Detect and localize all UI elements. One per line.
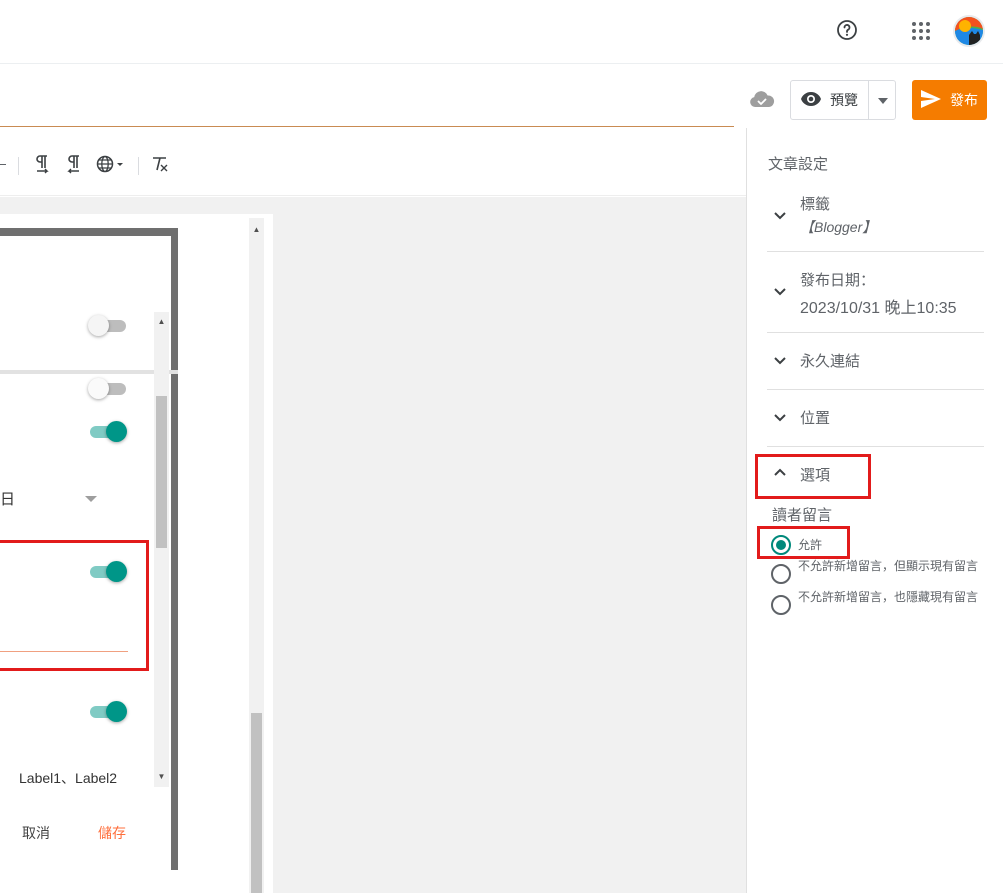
- scroll-up-arrow-icon[interactable]: ▲: [249, 222, 264, 238]
- clear-formatting-icon[interactable]: [152, 154, 172, 176]
- paragraph-ltr-icon[interactable]: [34, 154, 54, 176]
- radio-label[interactable]: 不允許新增留言，但顯示現有留言: [798, 560, 988, 572]
- avatar[interactable]: [953, 15, 985, 47]
- cloud-saved-icon: [748, 88, 776, 112]
- highlight-box: [757, 526, 850, 559]
- help-icon[interactable]: [835, 18, 859, 42]
- dialog-border: [0, 228, 178, 236]
- settings-section-permalink[interactable]: 永久連結: [767, 333, 984, 390]
- scroll-down-arrow-icon[interactable]: ▼: [154, 770, 169, 784]
- preview-button[interactable]: 預覽: [791, 81, 868, 119]
- toolbar-separator: [138, 157, 139, 175]
- dialog-scrollbar-track[interactable]: [154, 312, 169, 787]
- publish-label: 發布: [950, 92, 978, 108]
- chevron-down-icon: [773, 208, 787, 222]
- preview-label: 預覽: [830, 92, 858, 108]
- image-scrollbar-thumb[interactable]: [251, 713, 262, 893]
- date-format-dropdown-icon[interactable]: [85, 496, 97, 502]
- title-input-underline[interactable]: [0, 126, 734, 127]
- dialog-border: [171, 228, 178, 870]
- radio-label[interactable]: 不允許新增留言，也隱藏現有留言: [798, 591, 988, 603]
- section-label: 位置: [800, 410, 831, 427]
- section-label: 標籤: [800, 196, 831, 213]
- preview-button-group: 預覽: [790, 80, 896, 120]
- date-format-value: 日: [0, 491, 16, 508]
- apps-grid-icon[interactable]: [910, 20, 932, 42]
- setting-toggle[interactable]: [88, 700, 128, 722]
- dialog-shade: [0, 370, 178, 374]
- settings-section-location[interactable]: 位置: [767, 390, 984, 447]
- caret-down-icon: [877, 91, 888, 109]
- send-icon: [921, 89, 941, 111]
- setting-toggle[interactable]: [88, 420, 128, 442]
- radio-disallow-show[interactable]: [771, 564, 791, 584]
- setting-toggle[interactable]: [88, 314, 128, 336]
- chevron-down-icon: [773, 410, 787, 424]
- cancel-button[interactable]: 取消: [22, 823, 50, 843]
- settings-section-publish-date[interactable]: 發布日期： 2023/10/31 晚上10:35: [767, 252, 984, 333]
- reader-comments-title: 讀者留言: [772, 507, 833, 524]
- radio-disallow-hide[interactable]: [771, 595, 791, 615]
- labels-value: Label1、Label2: [19, 770, 118, 786]
- settings-section-labels[interactable]: 標籤 【Blogger】: [767, 184, 984, 252]
- paragraph-rtl-icon[interactable]: [66, 154, 86, 176]
- editor-toolbar: [0, 128, 746, 196]
- chevron-down-icon: [773, 284, 787, 298]
- section-value: 2023/10/31 晚上10:35: [800, 300, 957, 317]
- chevron-down-icon: [773, 353, 787, 367]
- section-label: 發布日期：: [800, 272, 876, 289]
- toolbar-separator: [18, 157, 19, 175]
- section-label: 永久連結: [800, 353, 861, 370]
- publish-button[interactable]: 發布: [912, 80, 987, 120]
- language-globe-icon[interactable]: [96, 154, 128, 176]
- save-button[interactable]: 儲存: [98, 823, 126, 843]
- top-app-bar: [0, 0, 1003, 64]
- dialog-scrollbar-thumb[interactable]: [156, 396, 167, 548]
- highlight-box: [0, 540, 149, 671]
- post-settings-title: 文章設定: [768, 156, 829, 173]
- eye-icon: [800, 91, 822, 110]
- section-value: 【Blogger】: [800, 219, 877, 235]
- settings-panel-divider: [746, 128, 747, 893]
- highlight-box: [755, 454, 871, 499]
- preview-dropdown-button[interactable]: [869, 81, 896, 119]
- setting-toggle[interactable]: [88, 377, 128, 399]
- scroll-up-arrow-icon[interactable]: ▲: [154, 315, 169, 329]
- toolbar-clipped-icon: [0, 164, 6, 165]
